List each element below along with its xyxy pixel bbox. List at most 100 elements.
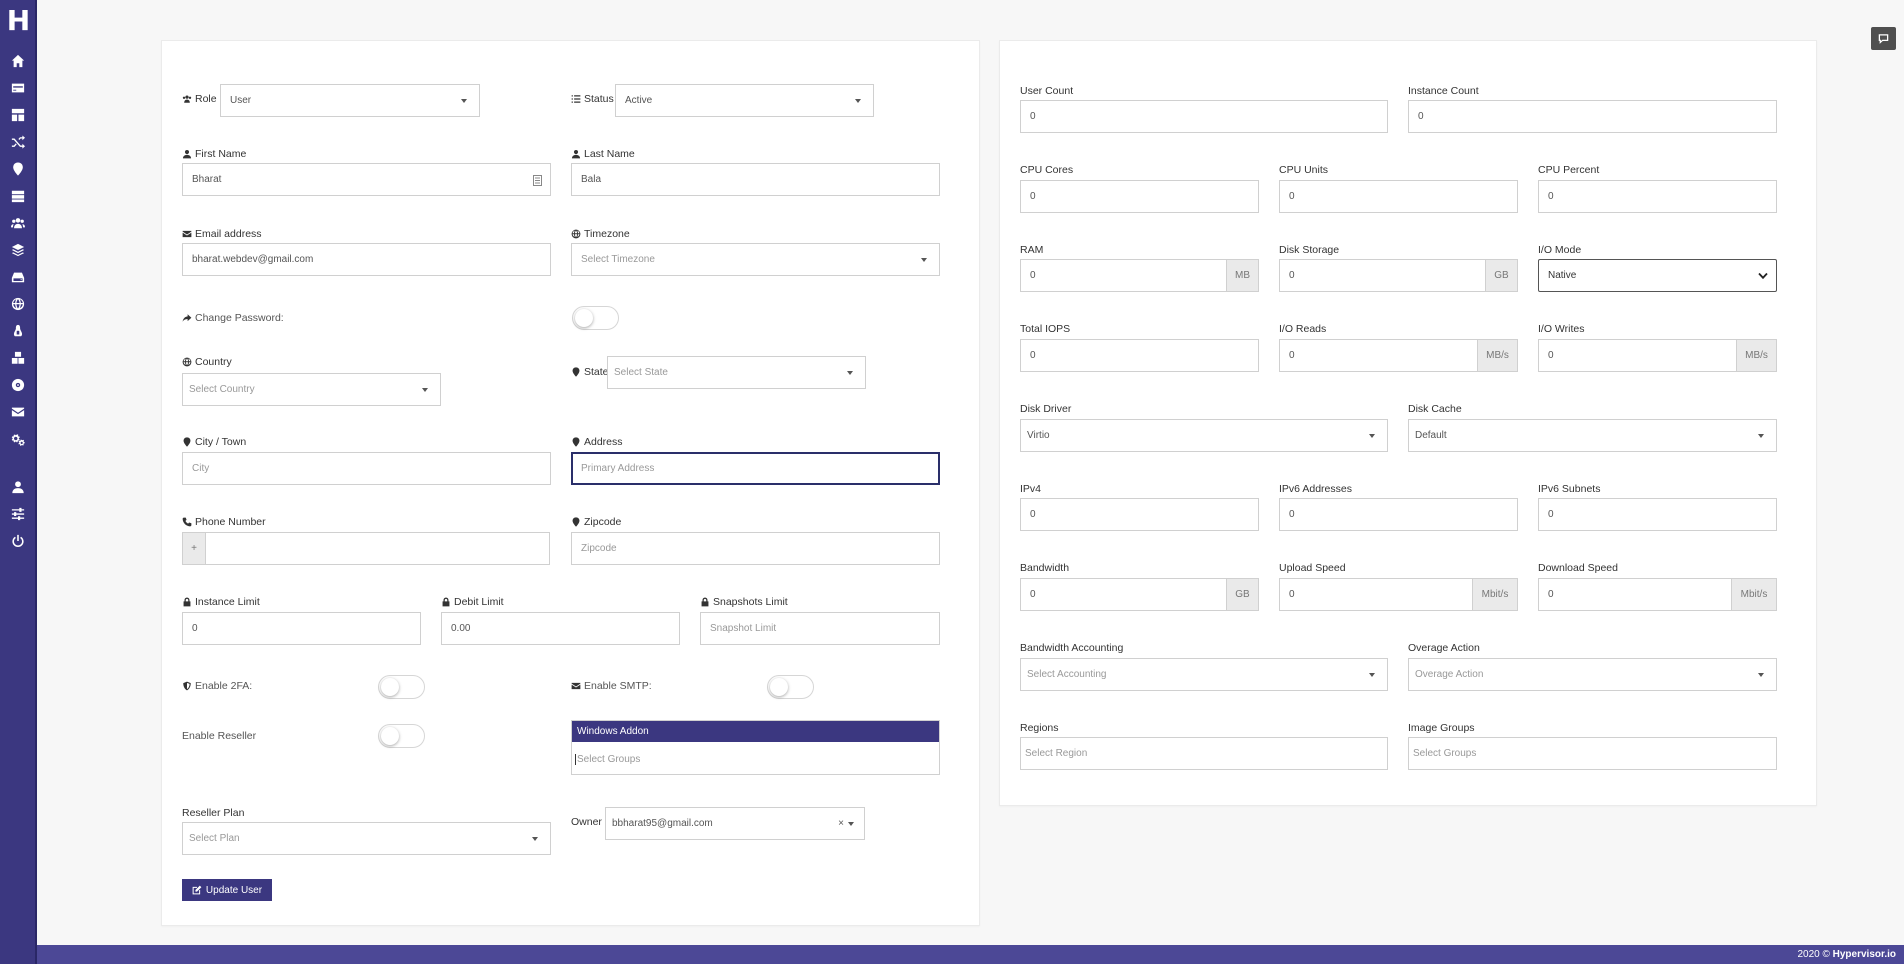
envelope-icon[interactable] — [9, 403, 27, 421]
list-icon — [571, 95, 581, 103]
dashboard-icon[interactable] — [9, 106, 27, 124]
groups-search[interactable]: Select Groups — [575, 754, 640, 765]
address-label: Address — [571, 436, 623, 448]
enable-reseller-label: Enable Reseller — [182, 730, 257, 742]
chevron-down-icon — [921, 257, 927, 262]
globe-icon[interactable] — [9, 295, 27, 313]
io-mode-select[interactable]: Native — [1538, 259, 1777, 292]
disk-cache-select[interactable]: Default — [1408, 419, 1777, 452]
address-input[interactable]: Primary Address — [571, 452, 940, 485]
owner-select[interactable]: bbharat95@gmail.com × — [605, 807, 865, 840]
last-name-input[interactable]: Bala — [571, 163, 940, 196]
boxes-icon[interactable] — [9, 349, 27, 367]
enable-smtp-toggle[interactable] — [767, 675, 814, 699]
footer-copyright: 2020 © — [1797, 949, 1830, 960]
user-count-input[interactable]: 0 — [1020, 100, 1388, 133]
total-iops-input[interactable]: 0 — [1020, 339, 1259, 372]
city-label: City / Town — [182, 436, 246, 448]
map-marker-icon — [572, 517, 580, 527]
clear-icon[interactable]: × — [838, 818, 844, 829]
first-name-input[interactable]: Bharat — [182, 163, 551, 196]
bandwidth-unit: GB — [1226, 578, 1259, 611]
overage-action-select[interactable]: Overage Action — [1408, 658, 1777, 691]
io-writes-input[interactable]: 0 MB/s — [1538, 339, 1777, 372]
email-label: Email address — [182, 228, 262, 240]
user-icon — [571, 149, 581, 159]
instance-count-input[interactable]: 0 — [1408, 100, 1777, 133]
email-input[interactable]: bharat.webdev@gmail.com — [182, 243, 551, 276]
cpu-cores-label: CPU Cores — [1020, 164, 1074, 176]
instance-limit-input[interactable]: 0 — [182, 612, 421, 645]
overage-action-label: Overage Action — [1408, 642, 1480, 654]
chevron-down-icon — [847, 370, 853, 375]
home-icon[interactable] — [9, 52, 27, 70]
update-user-button[interactable]: Update User — [182, 879, 272, 901]
debit-limit-label: Debit Limit — [441, 596, 504, 608]
chevron-down-icon — [855, 98, 861, 103]
disc-icon[interactable] — [9, 376, 27, 394]
cpu-percent-input[interactable]: 0 — [1538, 180, 1777, 213]
power-icon[interactable] — [9, 532, 27, 550]
shuffle-icon[interactable] — [9, 133, 27, 151]
city-input[interactable]: City — [182, 452, 551, 485]
footer-brand-link[interactable]: Hypervisor.io — [1833, 949, 1896, 960]
map-marker-icon — [572, 367, 580, 377]
upload-speed-input[interactable]: 0 Mbit/s — [1279, 578, 1518, 611]
users-icon[interactable] — [9, 214, 27, 232]
server-icon[interactable] — [9, 187, 27, 205]
chat-icon — [1878, 34, 1889, 44]
cpu-cores-input[interactable]: 0 — [1020, 180, 1259, 213]
phone-input[interactable]: + — [182, 532, 550, 565]
download-speed-unit: Mbit/s — [1731, 578, 1777, 611]
regions-multiselect[interactable]: Select Region — [1020, 737, 1388, 770]
envelope-icon — [571, 682, 581, 690]
autofill-icon — [533, 175, 542, 186]
status-label: Status — [571, 93, 614, 105]
lock-icon — [183, 597, 191, 607]
download-speed-input[interactable]: 0 Mbit/s — [1538, 578, 1777, 611]
groups-tag[interactable]: Windows Addon — [572, 721, 939, 742]
disk-storage-input[interactable]: 0 GB — [1279, 259, 1518, 292]
cpu-percent-label: CPU Percent — [1538, 164, 1600, 176]
disk-driver-select[interactable]: Virtio — [1020, 419, 1388, 452]
bandwidth-input[interactable]: 0 GB — [1020, 578, 1259, 611]
logo[interactable]: H — [0, 4, 37, 38]
regions-label: Regions — [1020, 722, 1059, 734]
user-icon[interactable] — [9, 478, 27, 496]
card-icon[interactable] — [9, 79, 27, 97]
state-select[interactable]: Select State — [607, 356, 866, 389]
zipcode-input[interactable]: Zipcode — [571, 532, 940, 565]
linux-icon[interactable] — [9, 322, 27, 340]
ram-input[interactable]: 0 MB — [1020, 259, 1259, 292]
change-password-toggle[interactable] — [572, 306, 619, 330]
timezone-select[interactable]: Select Timezone — [571, 243, 940, 276]
cogs-icon[interactable] — [9, 430, 27, 448]
role-select[interactable]: User — [220, 84, 480, 117]
ipv6-subnets-input[interactable]: 0 — [1538, 498, 1777, 531]
reseller-plan-select[interactable]: Select Plan — [182, 822, 551, 855]
chevron-down-icon — [1758, 272, 1768, 280]
role-label: Role — [182, 93, 217, 105]
debit-limit-input[interactable]: 0.00 — [441, 612, 680, 645]
groups-multiselect[interactable]: Windows Addon Select Groups — [571, 720, 940, 775]
enable-2fa-toggle[interactable] — [378, 675, 425, 699]
status-select[interactable]: Active — [615, 84, 874, 117]
cpu-units-input[interactable]: 0 — [1279, 180, 1518, 213]
map-marker-icon[interactable] — [9, 160, 27, 178]
layers-icon[interactable] — [9, 241, 27, 259]
sliders-icon[interactable] — [9, 505, 27, 523]
ipv6-addresses-input[interactable]: 0 — [1279, 498, 1518, 531]
instance-count-label: Instance Count — [1408, 85, 1479, 97]
map-marker-icon — [183, 437, 191, 447]
chat-button[interactable] — [1871, 27, 1896, 50]
country-select[interactable]: Select Country — [182, 373, 441, 406]
image-groups-multiselect[interactable]: Select Groups — [1408, 737, 1777, 770]
ram-unit: MB — [1226, 259, 1259, 292]
enable-reseller-toggle[interactable] — [378, 724, 425, 748]
ipv4-input[interactable]: 0 — [1020, 498, 1259, 531]
edit-icon — [192, 885, 202, 895]
bandwidth-accounting-select[interactable]: Select Accounting — [1020, 658, 1388, 691]
io-reads-input[interactable]: 0 MB/s — [1279, 339, 1518, 372]
hdd-icon[interactable] — [9, 268, 27, 286]
snapshots-limit-input[interactable]: Snapshot Limit — [700, 612, 940, 645]
